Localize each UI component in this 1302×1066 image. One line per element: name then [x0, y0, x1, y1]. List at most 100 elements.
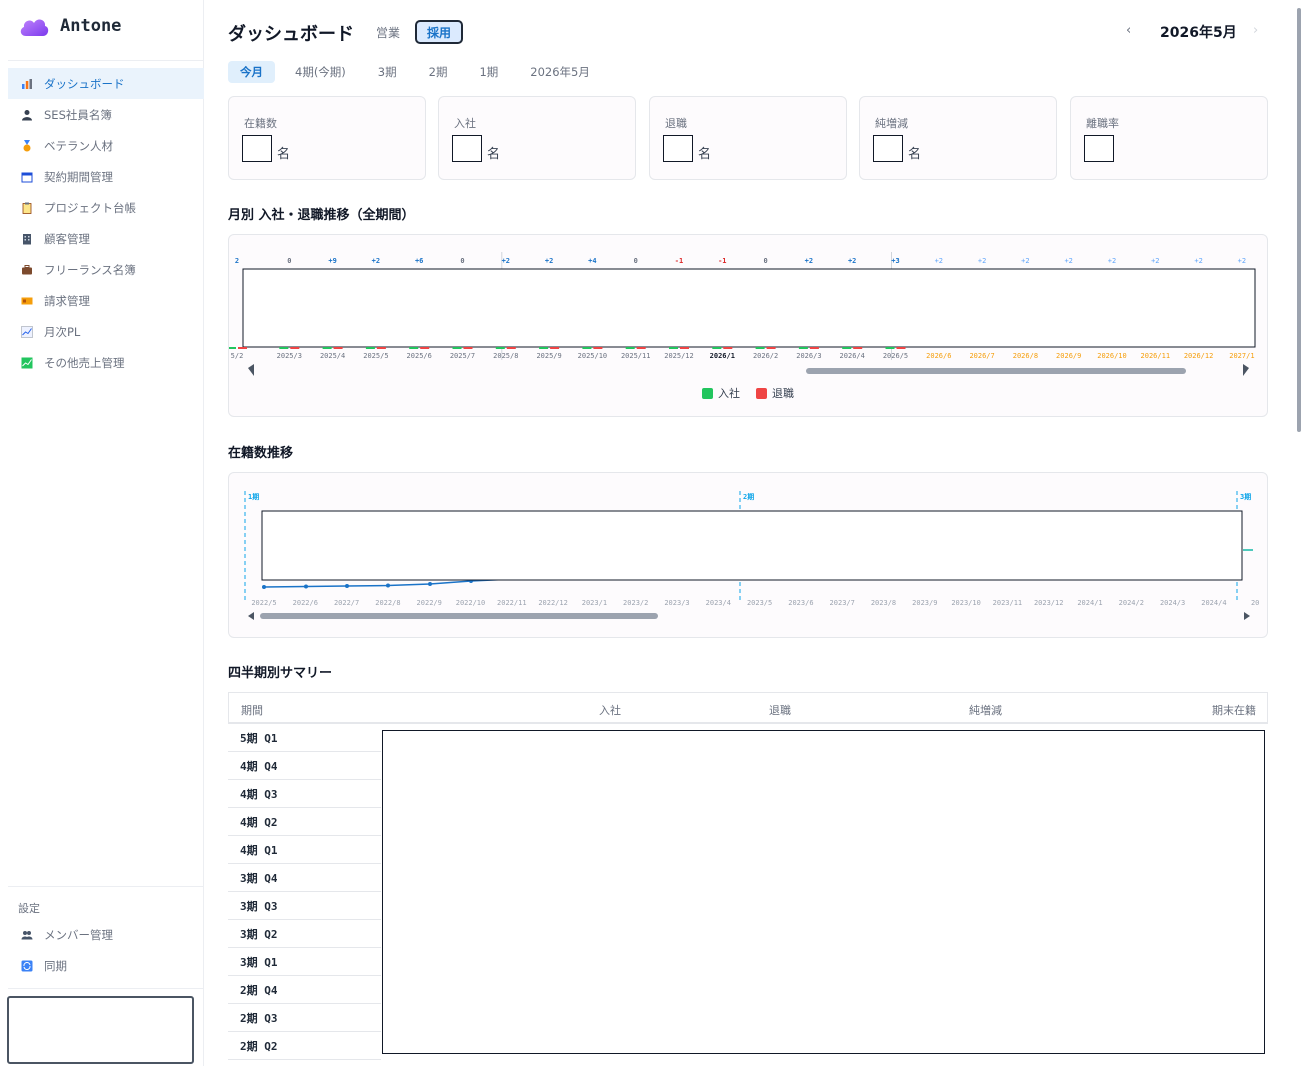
- table-row: 2期 Q4: [228, 976, 381, 1004]
- x-tick-label: 2022/11: [497, 599, 527, 607]
- hire-bar: [712, 347, 722, 349]
- sidebar-item-settings-1[interactable]: 同期: [8, 950, 204, 981]
- sidebar-item-label: ダッシュボード: [44, 76, 125, 91]
- sidebar-item-9[interactable]: その他売上管理: [8, 347, 204, 378]
- sidebar-item-1[interactable]: SES社員名簿: [8, 99, 204, 130]
- net-change-label: -1: [718, 257, 726, 265]
- sidebar-item-6[interactable]: フリーランス名簿: [8, 254, 204, 285]
- col-header-leave: 退職: [769, 704, 791, 717]
- x-tick-label: 2022/5: [251, 599, 276, 607]
- sidebar-item-8[interactable]: 月次PL: [8, 316, 204, 347]
- net-change-label: 0: [634, 257, 638, 265]
- x-tick-label: 2026/8: [1013, 352, 1038, 360]
- kpi-value-placeholder: [873, 135, 903, 162]
- sidebar-item-label: 契約期間管理: [44, 169, 113, 184]
- sidebar-item-7[interactable]: 請求管理: [8, 285, 204, 316]
- x-tick-label: 5/2: [231, 352, 244, 360]
- kpi-label: 離職率: [1086, 117, 1119, 130]
- net-change-label: +9: [328, 257, 336, 265]
- brand[interactable]: Antone: [18, 14, 121, 38]
- x-tick-label: 20: [1251, 599, 1259, 607]
- net-change-label: +2: [848, 257, 856, 265]
- scrollbar-thumb[interactable]: [1297, 8, 1301, 432]
- leave-bar: [636, 347, 646, 349]
- sidebar-item-5[interactable]: 顧客管理: [8, 223, 204, 254]
- headcount-point: [304, 584, 308, 589]
- table-row: 3期 Q3: [228, 892, 381, 920]
- col-header-hire: 入社: [599, 704, 621, 717]
- period-marker-label: 3期: [1240, 492, 1251, 501]
- period-tabs: 今月 4期(今期) 3期 2期 1期 2026年5月: [228, 61, 610, 83]
- kpi-value-placeholder: [663, 135, 693, 162]
- kpi-value-placeholder: [1084, 135, 1114, 162]
- legend-leave-swatch: [756, 388, 767, 399]
- col-header-period: 期間: [241, 704, 263, 717]
- mode-sales-toggle[interactable]: 営業: [376, 24, 400, 41]
- x-tick-label: 2023/2: [623, 599, 648, 607]
- table-row: 3期 Q2: [228, 920, 381, 948]
- leave-bar: [680, 347, 689, 349]
- next-month-button[interactable]: ›: [1253, 23, 1258, 38]
- kpi-card: 入社名: [438, 96, 636, 180]
- mode-hire-toggle[interactable]: 採用: [415, 20, 463, 44]
- sidebar-item-0[interactable]: ダッシュボード: [8, 68, 204, 99]
- sidebar-item-3[interactable]: 契約期間管理: [8, 161, 204, 192]
- period-tab-1[interactable]: 4期(今期): [283, 61, 358, 83]
- period-tab-3[interactable]: 2期: [417, 61, 460, 83]
- leave-bar: [853, 347, 863, 349]
- hire-bar: [539, 347, 549, 349]
- kpi-card: 在籍数名: [228, 96, 426, 180]
- table-row: 5期 Q1: [228, 724, 381, 752]
- net-change-label: +2: [1108, 257, 1116, 265]
- period-tab-2[interactable]: 3期: [366, 61, 409, 83]
- scroll-right-arrow: [1243, 364, 1249, 376]
- period-tab-4[interactable]: 1期: [467, 61, 510, 83]
- x-tick-label: 2024/2: [1119, 599, 1144, 607]
- leave-bar: [420, 347, 430, 349]
- prev-month-button[interactable]: ‹: [1126, 23, 1131, 38]
- chart-scroll-thumb: [806, 368, 1186, 374]
- period-tab-0[interactable]: 今月: [228, 61, 275, 83]
- headcount-trend-chart: 1期 2期 3期 2022/5 2022/6 2022/7 2022/8 2022/9 2022…: [244, 491, 1259, 620]
- sync-icon: [20, 959, 34, 973]
- headcount-chart-title: 在籍数推移: [228, 446, 294, 461]
- sidebar-item-settings-0[interactable]: メンバー管理: [8, 919, 204, 950]
- sidebar-item-4[interactable]: プロジェクト台帳: [8, 192, 204, 223]
- clipboard-icon: [20, 201, 34, 215]
- net-change-label: +2: [1151, 257, 1159, 265]
- sidebar-item-label: フリーランス名簿: [44, 262, 136, 277]
- x-tick-label: 2026/10: [1097, 352, 1127, 360]
- table-row: 3期 Q4: [228, 864, 381, 892]
- page-scrollbar[interactable]: [1296, 0, 1302, 1066]
- table-row: 2期 Q2: [228, 1032, 381, 1060]
- net-change-label: +6: [415, 257, 423, 265]
- leave-bar: [333, 347, 343, 349]
- x-tick-label: 2025/6: [407, 352, 432, 360]
- x-tick-label: 2025/8: [493, 352, 518, 360]
- net-change-label: +2: [935, 257, 943, 265]
- headcount-point: [345, 584, 349, 588]
- user-profile-box[interactable]: [7, 996, 194, 1064]
- x-tick-label: 2026/9: [1056, 352, 1081, 360]
- legend-hire-swatch: [702, 388, 713, 399]
- brand-name: Antone: [60, 16, 122, 36]
- period-marker-label: 2期: [743, 492, 754, 501]
- x-tick-label: 2026/7: [969, 352, 994, 360]
- x-tick-label: 2026/5: [883, 352, 908, 360]
- sidebar-item-2[interactable]: ベテラン人材: [8, 130, 204, 161]
- kpi-value-placeholder: [452, 135, 482, 162]
- x-tick-label: 2022/12: [538, 599, 568, 607]
- settings-nav: メンバー管理同期: [8, 919, 204, 981]
- net-change-label: +2: [1021, 257, 1029, 265]
- net-change-label: +2: [1194, 257, 1202, 265]
- sidebar-item-label: メンバー管理: [44, 927, 113, 942]
- x-tick-label: 2023/5: [747, 599, 772, 607]
- col-header-end-headcount: 期末在籍: [1212, 704, 1256, 717]
- table-row: 3期 Q1: [228, 948, 381, 976]
- x-tick-label: 2025/7: [450, 352, 475, 360]
- table-row: 4期 Q4: [228, 752, 381, 780]
- kpi-label: 入社: [454, 117, 476, 130]
- divider: [8, 886, 203, 887]
- leave-bar: [593, 347, 603, 349]
- period-tab-5[interactable]: 2026年5月: [518, 61, 602, 83]
